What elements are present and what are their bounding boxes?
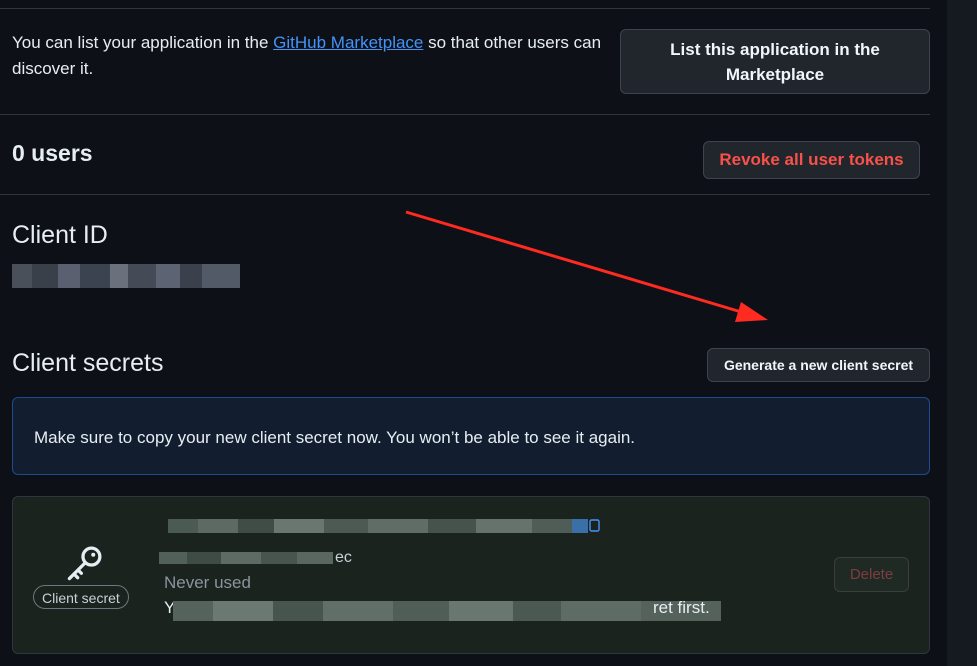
secret-meta-redacted: [159, 551, 333, 564]
client-secret-badge: Client secret: [33, 585, 129, 609]
divider: [0, 114, 930, 115]
divider: [0, 194, 930, 195]
secret-meta-suffix: ec: [335, 549, 352, 566]
users-count-title: 0 users: [12, 140, 93, 166]
marketplace-text-before: You can list your application in the: [12, 33, 274, 52]
copy-icon[interactable]: [589, 519, 601, 533]
divider: [0, 8, 930, 9]
list-in-marketplace-button[interactable]: List this application in the Marketplace: [620, 29, 930, 94]
app-settings-page: You can list your application in the Git…: [0, 0, 977, 666]
generate-client-secret-button[interactable]: Generate a new client secret: [707, 348, 930, 382]
secret-description-redacted: [173, 601, 721, 621]
marketplace-description: You can list your application in the Git…: [12, 30, 612, 82]
revoke-all-user-tokens-button[interactable]: Revoke all user tokens: [703, 141, 920, 179]
client-secrets-title: Client secrets: [12, 349, 164, 377]
flash-message: Make sure to copy your new client secret…: [34, 428, 636, 447]
github-marketplace-link[interactable]: GitHub Marketplace: [273, 33, 423, 52]
client-id-value-redacted: [12, 264, 240, 288]
client-secret-item: Client secret ec Never used Yo ret first…: [12, 496, 930, 654]
delete-secret-button[interactable]: Delete: [834, 557, 909, 592]
secret-description-suffix: ret first.: [653, 598, 710, 617]
key-icon: [67, 546, 102, 581]
client-id-title: Client ID: [12, 221, 108, 249]
copy-secret-flash-notice: Make sure to copy your new client secret…: [12, 397, 930, 475]
secret-usage-status: Never used: [164, 573, 251, 592]
scrollbar-track[interactable]: [947, 0, 977, 666]
secret-value-redacted: [168, 519, 588, 533]
